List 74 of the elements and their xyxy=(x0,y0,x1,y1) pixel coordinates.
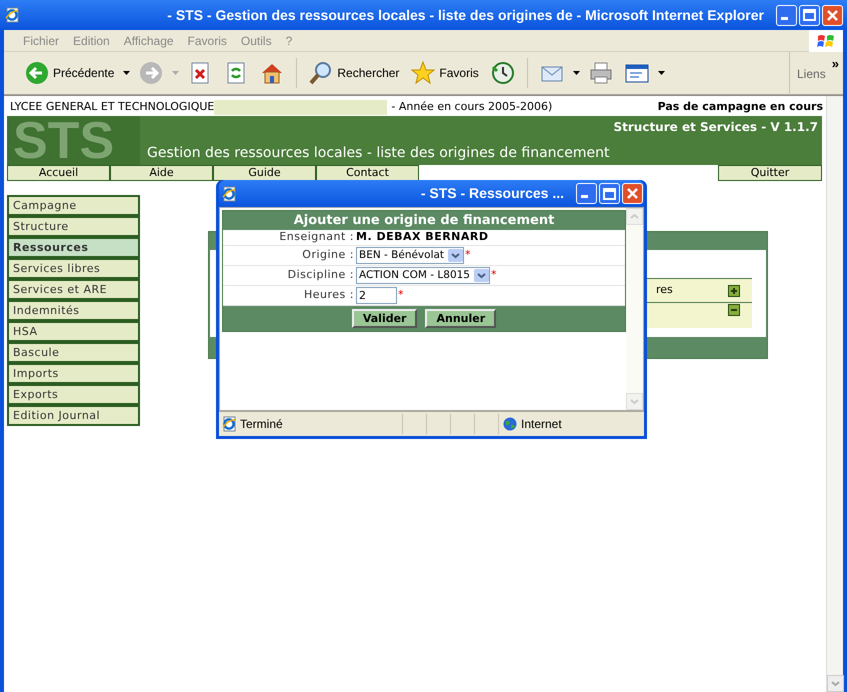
dropdown-caret-icon[interactable] xyxy=(572,71,580,75)
sidebar-item[interactable]: HSA xyxy=(7,321,140,342)
sidebar-item[interactable]: Edition Journal xyxy=(7,405,140,426)
logo: STS xyxy=(7,116,140,165)
minimize-icon xyxy=(781,16,788,20)
field-label: Heures : xyxy=(303,287,355,304)
required-mark: * xyxy=(491,267,496,284)
globe-icon xyxy=(503,417,517,431)
toolbar-button[interactable]: Favoris xyxy=(408,56,482,90)
school-year: - Année en cours 2005-2006) xyxy=(391,99,552,116)
nav-tab[interactable]: Accueil xyxy=(7,165,110,181)
field-label: Discipline : xyxy=(286,267,355,284)
campaign-status: Pas de campagne en cours xyxy=(658,99,824,116)
close-button[interactable] xyxy=(622,183,643,204)
security-zone: Internet xyxy=(521,416,562,433)
star-icon xyxy=(411,61,436,85)
nav-tab[interactable]: Guide xyxy=(213,165,316,181)
required-mark: * xyxy=(398,287,404,304)
status-text: Terminé xyxy=(240,416,283,433)
input-field[interactable]: 2 xyxy=(356,287,397,304)
maximize-icon xyxy=(803,9,816,21)
sidebar-item[interactable]: Exports xyxy=(7,384,140,405)
nav-tab[interactable]: Contact xyxy=(316,165,419,181)
sidebar-item[interactable]: Services libres xyxy=(7,258,140,279)
dropdown-caret-icon[interactable] xyxy=(658,71,665,75)
window-title: - STS - Ressources ... xyxy=(420,184,565,203)
sidebar-item[interactable]: Bascule xyxy=(7,342,140,363)
form-title: Ajouter une origine de financement xyxy=(292,212,556,230)
close-icon xyxy=(827,10,838,20)
plus-icon[interactable] xyxy=(728,284,740,296)
minimize-button[interactable] xyxy=(776,4,797,26)
browser-icon xyxy=(221,186,237,202)
printer-icon[interactable] xyxy=(588,61,613,85)
maximize-icon xyxy=(603,188,616,200)
close-button[interactable] xyxy=(822,4,843,26)
form-button[interactable]: Valider xyxy=(352,309,418,328)
school-name: LYCEE GENERAL ET TECHNOLOGIQUE xyxy=(10,99,214,116)
sidebar-item[interactable]: Indemnités xyxy=(7,300,140,321)
links-label[interactable]: Liens xyxy=(797,64,826,82)
quit-tab[interactable]: Quitter xyxy=(718,165,822,181)
window-title: - STS - Gestion des ressources locales - liste des origines de - Microsoft Internet Explorer xyxy=(166,6,765,25)
row-text: res xyxy=(656,282,673,298)
field-value: M. DEBAX BERNARD xyxy=(356,229,488,246)
history-clock-icon[interactable] xyxy=(490,61,515,85)
sidebar-item[interactable]: Ressources xyxy=(7,237,140,258)
maximize-button[interactable] xyxy=(599,183,620,204)
minus-icon[interactable] xyxy=(728,304,740,316)
dropdown-caret-icon[interactable] xyxy=(123,71,130,75)
browser-icon xyxy=(4,7,20,23)
select-field[interactable]: ACTION COM - L8015 xyxy=(356,267,490,284)
toolbar-button[interactable]: Rechercher xyxy=(306,56,402,90)
form-button[interactable]: Annuler xyxy=(425,309,496,328)
house-icon[interactable] xyxy=(260,61,284,85)
version-label: Structure et Services - V 1.1.7 xyxy=(613,119,818,136)
minimize-button[interactable] xyxy=(576,183,597,204)
field-label: Enseignant : xyxy=(278,229,355,246)
close-icon xyxy=(627,188,638,199)
chevron-icon[interactable]: » xyxy=(832,54,839,74)
scrollbar[interactable] xyxy=(826,96,843,692)
sidebar-item[interactable]: Campagne xyxy=(7,195,140,216)
select-field[interactable]: BEN - Bénévolat xyxy=(356,247,464,264)
page-heading: Gestion des ressources locales - liste des origines de financement xyxy=(147,144,610,163)
browser-icon xyxy=(221,416,237,432)
sidebar-item[interactable]: Imports xyxy=(7,363,140,384)
nav-tab[interactable]: Aide xyxy=(110,165,213,181)
minimize-icon xyxy=(581,195,588,198)
windows-flag-icon xyxy=(817,33,835,49)
toolbar-button[interactable]: Précédente xyxy=(22,56,118,90)
field-label: Origine : xyxy=(301,247,355,264)
maximize-button[interactable] xyxy=(799,4,820,26)
search-icon xyxy=(309,61,334,85)
sidebar-item[interactable]: Structure xyxy=(7,216,140,237)
sidebar-item[interactable]: Services et ARE xyxy=(7,279,140,300)
required-mark: * xyxy=(465,247,471,264)
